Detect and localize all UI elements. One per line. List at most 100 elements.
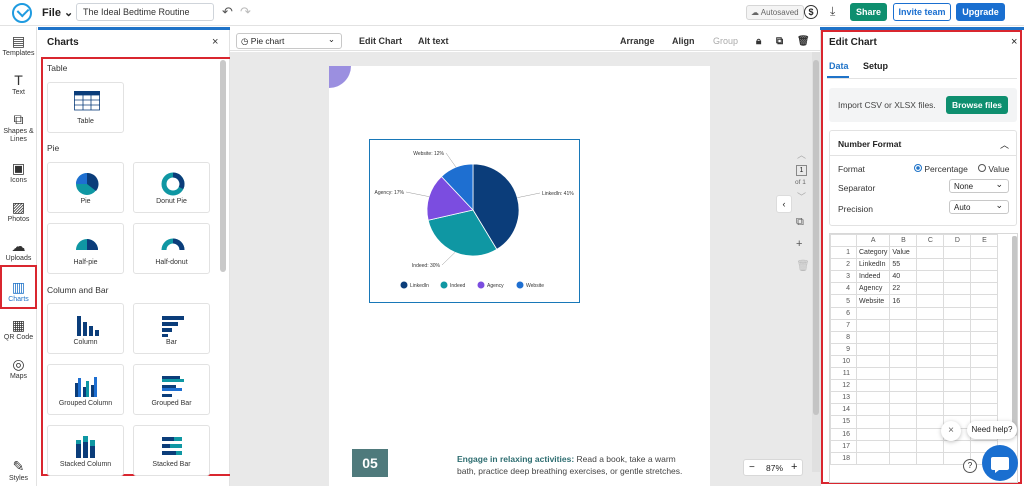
need-help-bubble[interactable]: Need help? [967, 421, 1017, 439]
grid-cell[interactable] [970, 391, 999, 405]
row-header[interactable]: 12 [830, 379, 857, 393]
arrange-button[interactable]: Arrange [620, 36, 655, 46]
row-header[interactable]: 18 [830, 451, 857, 465]
zoom-in-button[interactable]: + [791, 461, 797, 473]
grid-cell[interactable] [916, 379, 945, 393]
grid-cell[interactable] [943, 439, 972, 453]
row-header[interactable]: 3 [830, 270, 857, 284]
grid-cell[interactable] [943, 294, 972, 308]
grid-cell[interactable] [889, 427, 918, 441]
column-header[interactable]: C [916, 234, 945, 248]
grid-cell[interactable] [889, 379, 918, 393]
chevron-up-icon[interactable]: ︿ [1000, 138, 1009, 151]
grid-cell[interactable]: 22 [889, 282, 918, 296]
grid-cell[interactable] [943, 246, 972, 260]
charts-panel-scrollbar[interactable] [220, 60, 226, 272]
row-header[interactable]: 15 [830, 415, 857, 429]
grid-cell[interactable] [916, 246, 945, 260]
nav-photos[interactable]: ▨ Photos [0, 199, 37, 223]
pie-chart-element[interactable]: LinkedIn: 41% Indeed: 30% Agency: 17% Websi… [369, 139, 580, 303]
grid-cell[interactable] [855, 391, 891, 405]
row-header[interactable]: 10 [830, 354, 857, 369]
row-header[interactable]: 4 [830, 282, 857, 296]
delete-page-icon[interactable]: 🗑︎ [796, 259, 810, 272]
grid-cell[interactable]: Category [855, 246, 891, 260]
nav-uploads[interactable]: ☁ Uploads [0, 238, 37, 262]
row-header[interactable]: 5 [830, 294, 857, 308]
grid-cell[interactable] [889, 354, 918, 369]
grid-cell[interactable] [970, 330, 999, 344]
grid-cell[interactable] [889, 439, 918, 453]
grid-cell[interactable] [943, 258, 972, 272]
grid-cell[interactable] [943, 306, 972, 320]
grid-cell[interactable] [970, 318, 999, 332]
grid-cell[interactable] [970, 306, 999, 320]
grid-cell[interactable] [916, 367, 945, 381]
trash-icon[interactable]: 🗑︎ [797, 36, 810, 47]
grid-cell[interactable] [916, 294, 945, 308]
chat-button[interactable] [982, 445, 1018, 481]
grid-cell[interactable] [916, 451, 945, 465]
grid-cell[interactable] [855, 330, 891, 344]
chart-card-donut-pie[interactable]: Donut Pie [133, 162, 210, 213]
app-logo-icon[interactable] [12, 3, 32, 23]
grid-cell[interactable] [970, 258, 999, 272]
row-header[interactable]: 2 [830, 258, 857, 272]
upgrade-button[interactable]: Upgrade [956, 3, 1005, 21]
edit-chart-button[interactable]: Edit Chart [359, 36, 402, 46]
row-header[interactable]: 13 [830, 391, 857, 405]
row-header[interactable]: 7 [830, 318, 857, 332]
grid-cell[interactable] [916, 306, 945, 320]
grid-cell[interactable] [916, 342, 945, 356]
dollar-icon[interactable]: $ [804, 5, 818, 19]
grid-cell[interactable]: 55 [889, 258, 918, 272]
tab-data[interactable]: Data [829, 61, 849, 71]
page-down-icon[interactable]: ﹀ [797, 190, 806, 203]
grid-cell[interactable] [943, 354, 972, 369]
close-help-button[interactable]: × [941, 421, 961, 441]
grid-scrollbar[interactable] [1012, 236, 1017, 436]
grid-cell[interactable] [855, 439, 891, 453]
grid-cell[interactable] [943, 282, 972, 296]
row-header[interactable]: 1 [830, 246, 857, 260]
grid-cell[interactable] [889, 403, 918, 417]
nav-styles[interactable]: ✎ Styles [0, 458, 37, 482]
grid-cell[interactable] [855, 367, 891, 381]
grid-cell[interactable] [970, 282, 999, 296]
grid-cell[interactable] [943, 330, 972, 344]
value-radio[interactable]: Value [978, 164, 1009, 174]
group-button[interactable]: Group [713, 36, 738, 46]
grid-cell[interactable] [889, 330, 918, 344]
nav-charts[interactable]: ▥ Charts [0, 265, 37, 309]
row-header[interactable]: 11 [830, 367, 857, 381]
grid-cell[interactable] [916, 282, 945, 296]
grid-cell[interactable] [855, 354, 891, 369]
row-header[interactable]: 16 [830, 427, 857, 441]
lock-icon[interactable]: 🔒︎ [756, 36, 761, 47]
grid-cell[interactable]: Value [889, 246, 918, 260]
grid-cell[interactable] [970, 246, 999, 260]
canvas-scroll-thumb[interactable] [813, 60, 819, 415]
grid-cell[interactable] [916, 354, 945, 369]
grid-cell[interactable] [889, 367, 918, 381]
grid-cell[interactable]: Indeed [855, 270, 891, 284]
grid-cell[interactable] [943, 318, 972, 332]
tab-setup[interactable]: Setup [863, 61, 888, 71]
grid-cell[interactable] [855, 379, 891, 393]
chart-type-select[interactable]: ◷ Pie chart ⌄ [236, 33, 342, 49]
column-header[interactable]: E [970, 234, 999, 248]
grid-cell[interactable] [970, 294, 999, 308]
nav-text[interactable]: T Text [0, 72, 37, 96]
chart-card-grouped-column[interactable]: Grouped Column [47, 364, 124, 415]
grid-cell[interactable]: Agency [855, 282, 891, 296]
duplicate-icon[interactable]: ⧉ [776, 36, 783, 47]
chart-card-column[interactable]: Column [47, 303, 124, 354]
chart-card-table[interactable]: Table [47, 82, 124, 133]
grid-cell[interactable] [889, 451, 918, 465]
row-header[interactable]: 14 [830, 403, 857, 417]
grid-cell[interactable] [855, 306, 891, 320]
grid-cell[interactable] [943, 391, 972, 405]
separator-select[interactable]: None [949, 179, 1009, 193]
grid-cell[interactable] [855, 403, 891, 417]
chart-card-stacked-column[interactable]: Stacked Column [47, 425, 124, 476]
